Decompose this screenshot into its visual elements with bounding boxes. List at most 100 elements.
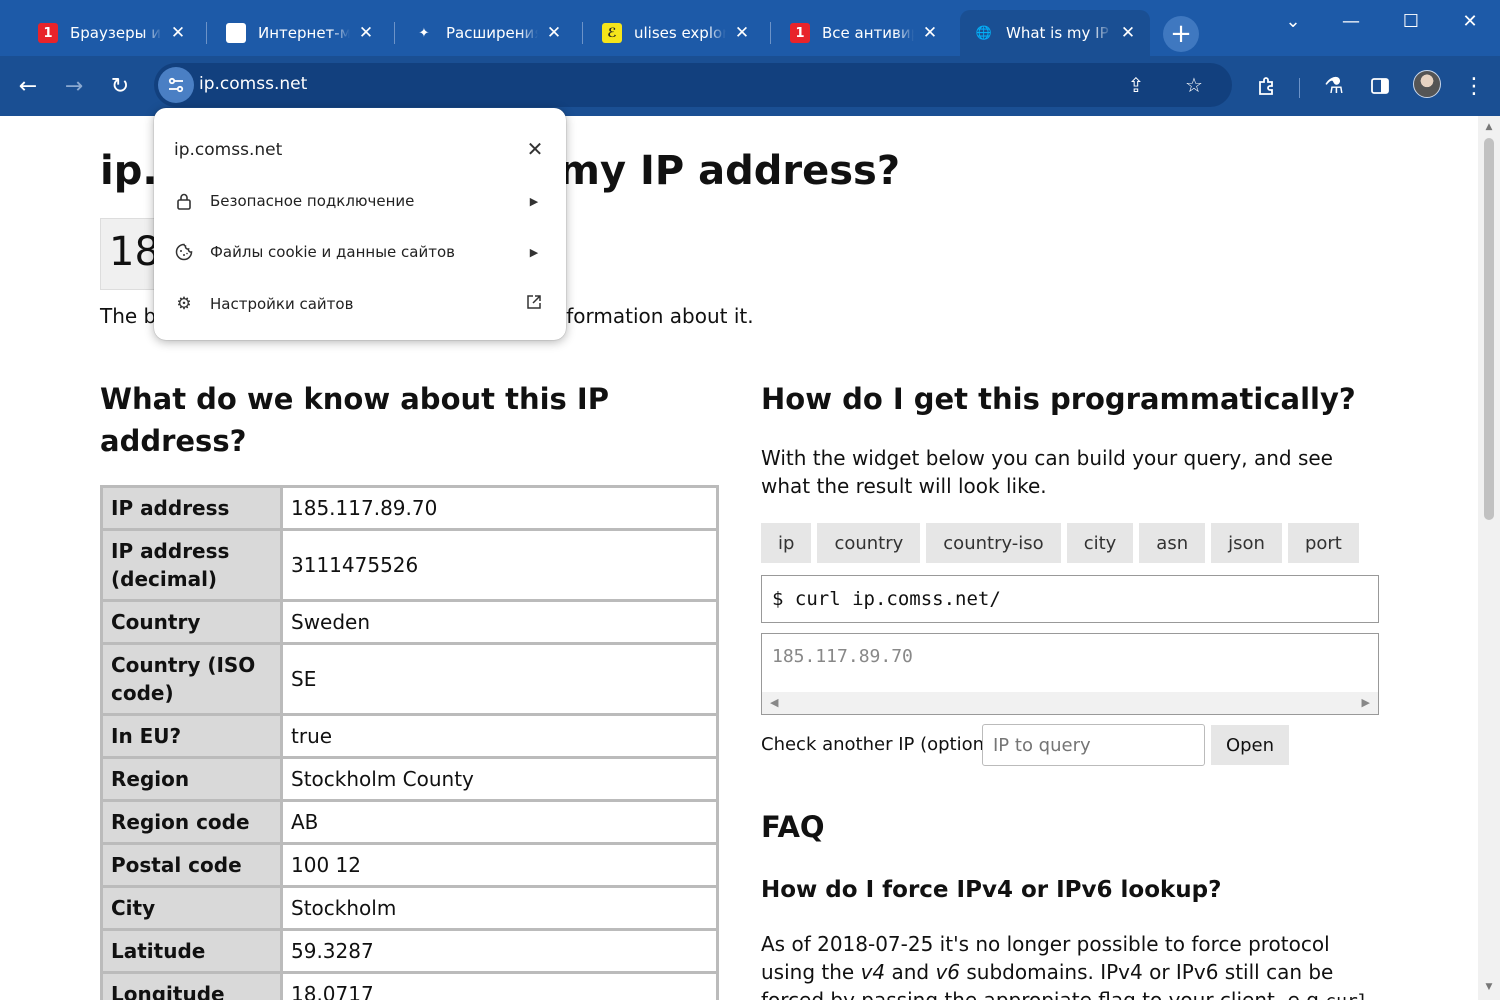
- info-key: Postal code: [100, 842, 283, 888]
- scroll-right-icon[interactable]: ▶: [1362, 696, 1370, 709]
- query-button-port[interactable]: port: [1287, 523, 1359, 563]
- comss-icon: 1: [38, 23, 58, 43]
- info-value: AB: [280, 799, 719, 845]
- query-button-city[interactable]: city: [1066, 523, 1134, 563]
- table-row: City Stockholm: [100, 885, 719, 931]
- curl-command: $ curl ip.comss.net/: [761, 575, 1379, 623]
- tab-search-icon[interactable]: ⌄: [1278, 8, 1308, 34]
- close-tab-icon[interactable]: ✕: [1118, 23, 1138, 43]
- external-link-icon: [524, 294, 544, 314]
- query-button-country-iso[interactable]: country-iso: [926, 523, 1061, 563]
- tune-icon: [168, 77, 184, 93]
- popup-item-label: Файлы cookie и данные сайтов: [210, 243, 455, 261]
- popup-item-label: Безопасное подключение: [210, 192, 415, 210]
- minimize-icon[interactable]: —: [1336, 8, 1366, 34]
- popup-item-secure-connection[interactable]: Безопасное подключение ▶: [154, 178, 566, 224]
- extensions-icon[interactable]: [1249, 68, 1285, 104]
- chrome-store-icon: ◒: [226, 23, 246, 43]
- widget-description: With the widget below you can build your…: [761, 446, 1333, 498]
- scroll-up-icon[interactable]: ▲: [1484, 122, 1494, 132]
- side-panel-icon[interactable]: [1362, 68, 1398, 104]
- page-scrollbar[interactable]: ▲ ▼: [1478, 116, 1500, 1000]
- info-value: 185.117.89.70: [280, 485, 719, 531]
- tab-3[interactable]: ✦ Расширения ✕: [400, 10, 576, 56]
- info-key: IP address: [100, 485, 283, 531]
- tab-2[interactable]: ◒ Интернет-магазин Chrome ✕: [212, 10, 388, 56]
- close-tab-icon[interactable]: ✕: [920, 23, 940, 43]
- menu-kebab-icon[interactable]: ⋮: [1456, 68, 1492, 104]
- tab-4[interactable]: ℰulises explorer ✕: [588, 10, 764, 56]
- ip-query-input[interactable]: [982, 724, 1205, 766]
- info-key: Country (ISO code): [100, 642, 283, 716]
- tab-title: Браузеры и интернет: [70, 24, 162, 42]
- ulises-icon: ℰ: [602, 23, 622, 43]
- tab-separator: [206, 22, 207, 44]
- popup-item-cookies[interactable]: Файлы cookie и данные сайтов ▶: [154, 229, 566, 275]
- tab-separator: [394, 22, 395, 44]
- new-tab-button[interactable]: +: [1163, 16, 1199, 52]
- tab-6[interactable]: 🌐 What is my IP ✕: [960, 10, 1150, 56]
- query-button-json[interactable]: json: [1211, 523, 1282, 563]
- tab-title: ulises explorer: [634, 24, 726, 42]
- reload-icon[interactable]: ↻: [102, 68, 138, 104]
- close-tab-icon[interactable]: ✕: [544, 23, 564, 43]
- site-info-button[interactable]: [158, 67, 194, 103]
- close-window-icon[interactable]: ✕: [1455, 8, 1485, 34]
- scroll-left-icon[interactable]: ◀: [770, 696, 778, 709]
- info-key: Country: [100, 599, 283, 645]
- close-tab-icon[interactable]: ✕: [356, 23, 376, 43]
- table-row: Region code AB: [100, 799, 719, 845]
- tab-1[interactable]: 1 Браузеры и интернет ✕: [24, 10, 200, 56]
- info-value: Sweden: [280, 599, 719, 645]
- info-key: Longitude: [100, 971, 283, 1000]
- tab-strip: ⌄ — ☐ ✕ + 1 Браузеры и интернет ✕ ◒ Интернет…: [0, 0, 1500, 56]
- scroll-thumb[interactable]: [1484, 138, 1494, 520]
- ip-info-table: IP address 185.117.89.70 IP address (decim…: [100, 485, 719, 1000]
- scroll-down-icon[interactable]: ▼: [1484, 982, 1494, 992]
- close-tab-icon[interactable]: ✕: [732, 23, 752, 43]
- info-value: SE: [280, 642, 719, 716]
- chevron-right-icon: ▶: [529, 245, 539, 259]
- info-key: City: [100, 885, 283, 931]
- result-hscrollbar[interactable]: ◀ ▶: [762, 692, 1378, 714]
- tab-5[interactable]: 1 Все антивирусы ✕: [776, 10, 952, 56]
- faq-question: How do I force IPv4 or IPv6 lookup?: [761, 877, 1222, 903]
- info-value: 100 12: [280, 842, 719, 888]
- close-tab-icon[interactable]: ✕: [168, 23, 188, 43]
- left-heading: What do we know about this IP address?: [100, 382, 609, 458]
- table-row: Country (ISO code) SE: [100, 642, 719, 716]
- query-button-ip[interactable]: ip: [761, 523, 812, 563]
- popup-item-site-settings[interactable]: ⚙ Настройки сайтов: [154, 281, 566, 327]
- info-value: 3111475526: [280, 528, 719, 602]
- forward-icon[interactable]: →: [56, 68, 92, 104]
- info-key: In EU?: [100, 713, 283, 759]
- query-buttons: ip country country-iso city asn json port: [761, 523, 1359, 563]
- table-row: IP address 185.117.89.70: [100, 485, 719, 531]
- table-row: Latitude 59.3287: [100, 928, 719, 974]
- close-icon[interactable]: ✕: [522, 136, 548, 162]
- share-icon[interactable]: ⇪: [1122, 71, 1150, 99]
- info-value: Stockholm: [280, 885, 719, 931]
- tab-separator: [582, 22, 583, 44]
- info-key: IP address (decimal): [100, 528, 283, 602]
- popup-item-label: Настройки сайтов: [210, 295, 354, 313]
- result-text: 185.117.89.70: [772, 646, 913, 667]
- tab-title: Интернет-магазин Chrome: [258, 24, 350, 42]
- table-row: IP address (decimal) 3111475526: [100, 528, 719, 602]
- address-bar[interactable]: ip.comss.net ⇪ ☆: [154, 63, 1232, 107]
- query-button-country[interactable]: country: [817, 523, 921, 563]
- labs-flask-icon[interactable]: ⚗: [1316, 68, 1352, 104]
- info-value: Stockholm County: [280, 756, 719, 802]
- profile-avatar[interactable]: [1413, 70, 1441, 98]
- table-row: Country Sweden: [100, 599, 719, 645]
- query-button-asn[interactable]: asn: [1139, 523, 1206, 563]
- maximize-icon[interactable]: ☐: [1396, 8, 1426, 34]
- back-icon[interactable]: ←: [10, 68, 46, 104]
- globe-icon: 🌐: [975, 25, 993, 41]
- comss-icon: 1: [790, 23, 810, 43]
- info-value: 18.0717: [280, 971, 719, 1000]
- site-info-popup: ip.comss.net ✕ Безопасное подключение ▶ …: [154, 108, 566, 340]
- bookmark-star-icon[interactable]: ☆: [1180, 71, 1208, 99]
- info-key: Latitude: [100, 928, 283, 974]
- open-button[interactable]: Open: [1211, 725, 1289, 765]
